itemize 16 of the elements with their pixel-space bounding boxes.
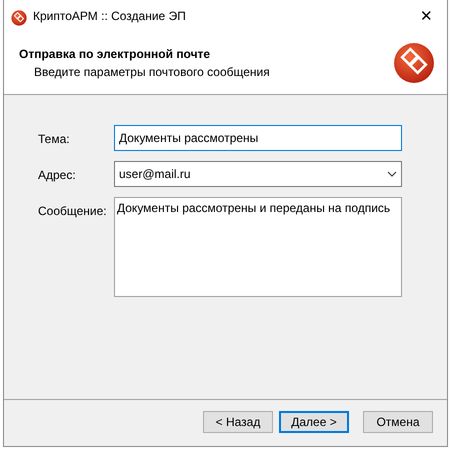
app-logo-icon [11,8,27,24]
field-label: Сообщение: [38,203,108,220]
window-title: КриптоАРМ :: Создание ЭП [33,8,186,25]
page-title: Отправка по электронной почте [19,46,212,63]
close-button[interactable]: ✕ [414,8,439,24]
page-subtitle: Введите параметры почтового сообщения [33,64,270,81]
subject-field[interactable]: Документы рассмотрены [114,125,402,151]
dialog-button[interactable]: < Назад [203,411,273,433]
field-label: Тема: [38,131,71,148]
app-logo-icon [393,42,435,84]
message-field[interactable]: Документы рассмотрены и переданы на подпись [114,197,402,297]
field-label: Адрес: [38,167,77,184]
address-dropdown[interactable]: user@mail.ru [114,161,402,187]
dialog-button[interactable]: Далее > [279,411,349,433]
chevron-down-icon [387,171,397,177]
dialog-button[interactable]: Отмена [363,411,433,433]
